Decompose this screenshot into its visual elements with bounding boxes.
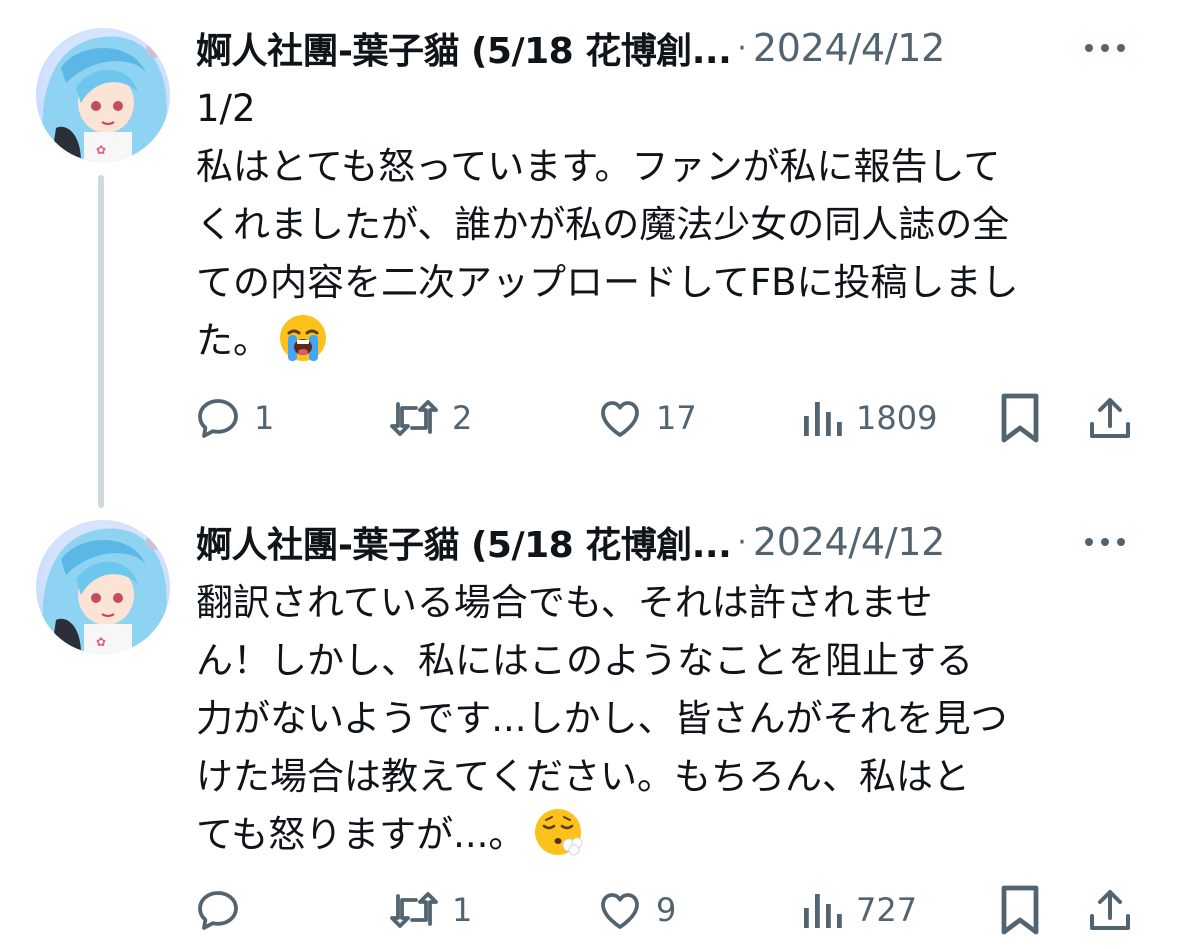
bar-chart-icon: [800, 886, 844, 934]
like-button[interactable]: 9: [596, 880, 676, 940]
tweet-text: 1/2 私はとても怒っています。ファンが私に報告して くれましたが、誰かが私の魔…: [196, 80, 1146, 380]
reply-button[interactable]: [194, 880, 254, 940]
tweet-text-line: 翻訳されている場合でも、それは許されませ: [196, 581, 933, 624]
bar-chart-icon: [800, 394, 844, 442]
tweet-text-last-line: た。: [196, 312, 1146, 380]
author-display-name[interactable]: 婀人社團-葉子貓 (5/18 花博創...: [196, 516, 731, 568]
share-button[interactable]: [1086, 388, 1134, 448]
retweet-count: 2: [452, 399, 473, 437]
more-options-icon[interactable]: [1081, 530, 1129, 554]
like-count: 9: [656, 891, 677, 929]
bookmark-button[interactable]: [998, 388, 1042, 448]
separator-dot: ·: [737, 30, 747, 66]
tweet-text: 翻訳されている場合でも、それは許されませ ん！しかし、私にはこのようなことを阻止…: [196, 574, 1146, 874]
tweet-text-line: た。: [196, 319, 270, 362]
view-count: 1809: [856, 399, 938, 437]
tweet-text-line: ての内容を二次アップロードしてFBに投稿しまし: [196, 261, 1019, 304]
tweet-text-line: 私はとても怒っています。ファンが私に報告して: [196, 145, 1001, 188]
retweet-count: 1: [452, 891, 473, 929]
tweet-text-line: くれましたが、誰かが私の魔法少女の同人誌の全: [196, 203, 1010, 246]
svg-text:✿: ✿: [96, 143, 106, 157]
share-button[interactable]: [1086, 880, 1134, 940]
tweet-actions-bar: 1 9 727: [190, 880, 1140, 940]
tweet-date[interactable]: 2024/4/12: [753, 26, 945, 70]
tweet-text-line: 力がないようです...しかし、皆さんがそれを見つ: [196, 697, 1008, 740]
view-count: 727: [856, 891, 918, 929]
views-button[interactable]: 727: [800, 880, 917, 940]
retweet-button[interactable]: 2: [388, 388, 472, 448]
reply-icon: [194, 394, 242, 442]
thread-connector-line: [98, 175, 104, 508]
tweet-text-last-line: ても怒りますが...。: [196, 806, 1146, 874]
bookmark-button[interactable]: [998, 880, 1042, 940]
avatar[interactable]: ✿: [36, 520, 170, 654]
face-exhaling-icon: [533, 807, 589, 874]
share-icon: [1086, 394, 1134, 442]
tweet-header: 婀人社團-葉子貓 (5/18 花博創... · 2024/4/12: [196, 512, 1139, 572]
like-button[interactable]: 17: [596, 388, 697, 448]
reply-button[interactable]: 1: [194, 388, 274, 448]
heart-icon: [596, 394, 644, 442]
bookmark-icon: [998, 392, 1042, 444]
tweet-text-line: ん！しかし、私にはこのようなことを阻止する: [196, 639, 973, 682]
reply-icon: [194, 886, 242, 934]
tweet-header: 婀人社團-葉子貓 (5/18 花博創... · 2024/4/12: [196, 18, 1139, 78]
tweet-text-line: ても怒りますが...。: [196, 813, 526, 856]
more-options-icon[interactable]: [1081, 36, 1129, 60]
tweet[interactable]: ✿ 婀人社團-葉子貓 (5/18 花博創... · 2024/4/12 1/2 …: [0, 0, 1179, 508]
tweet[interactable]: ✿ 婀人社團-葉子貓 (5/18 花博創... · 2024/4/12 翻訳され…: [0, 500, 1179, 949]
heart-icon: [596, 886, 644, 934]
separator-dot: ·: [737, 524, 747, 560]
tweet-date[interactable]: 2024/4/12: [753, 520, 945, 564]
avatar[interactable]: ✿: [36, 28, 170, 162]
loudly-crying-face-icon: [278, 313, 328, 380]
retweet-button[interactable]: 1: [388, 880, 472, 940]
svg-text:✿: ✿: [96, 635, 106, 649]
tweet-actions-bar: 1 2 17 1809: [190, 388, 1140, 448]
tweet-text-line: 1/2: [196, 87, 256, 130]
views-button[interactable]: 1809: [800, 388, 937, 448]
retweet-icon: [388, 394, 440, 442]
bookmark-icon: [998, 884, 1042, 936]
share-icon: [1086, 886, 1134, 934]
reply-count: 1: [254, 399, 275, 437]
like-count: 17: [656, 399, 697, 437]
tweet-text-line: けた場合は教えてください。もちろん、私はと: [196, 755, 971, 798]
author-display-name[interactable]: 婀人社團-葉子貓 (5/18 花博創...: [196, 22, 731, 74]
retweet-icon: [388, 886, 440, 934]
